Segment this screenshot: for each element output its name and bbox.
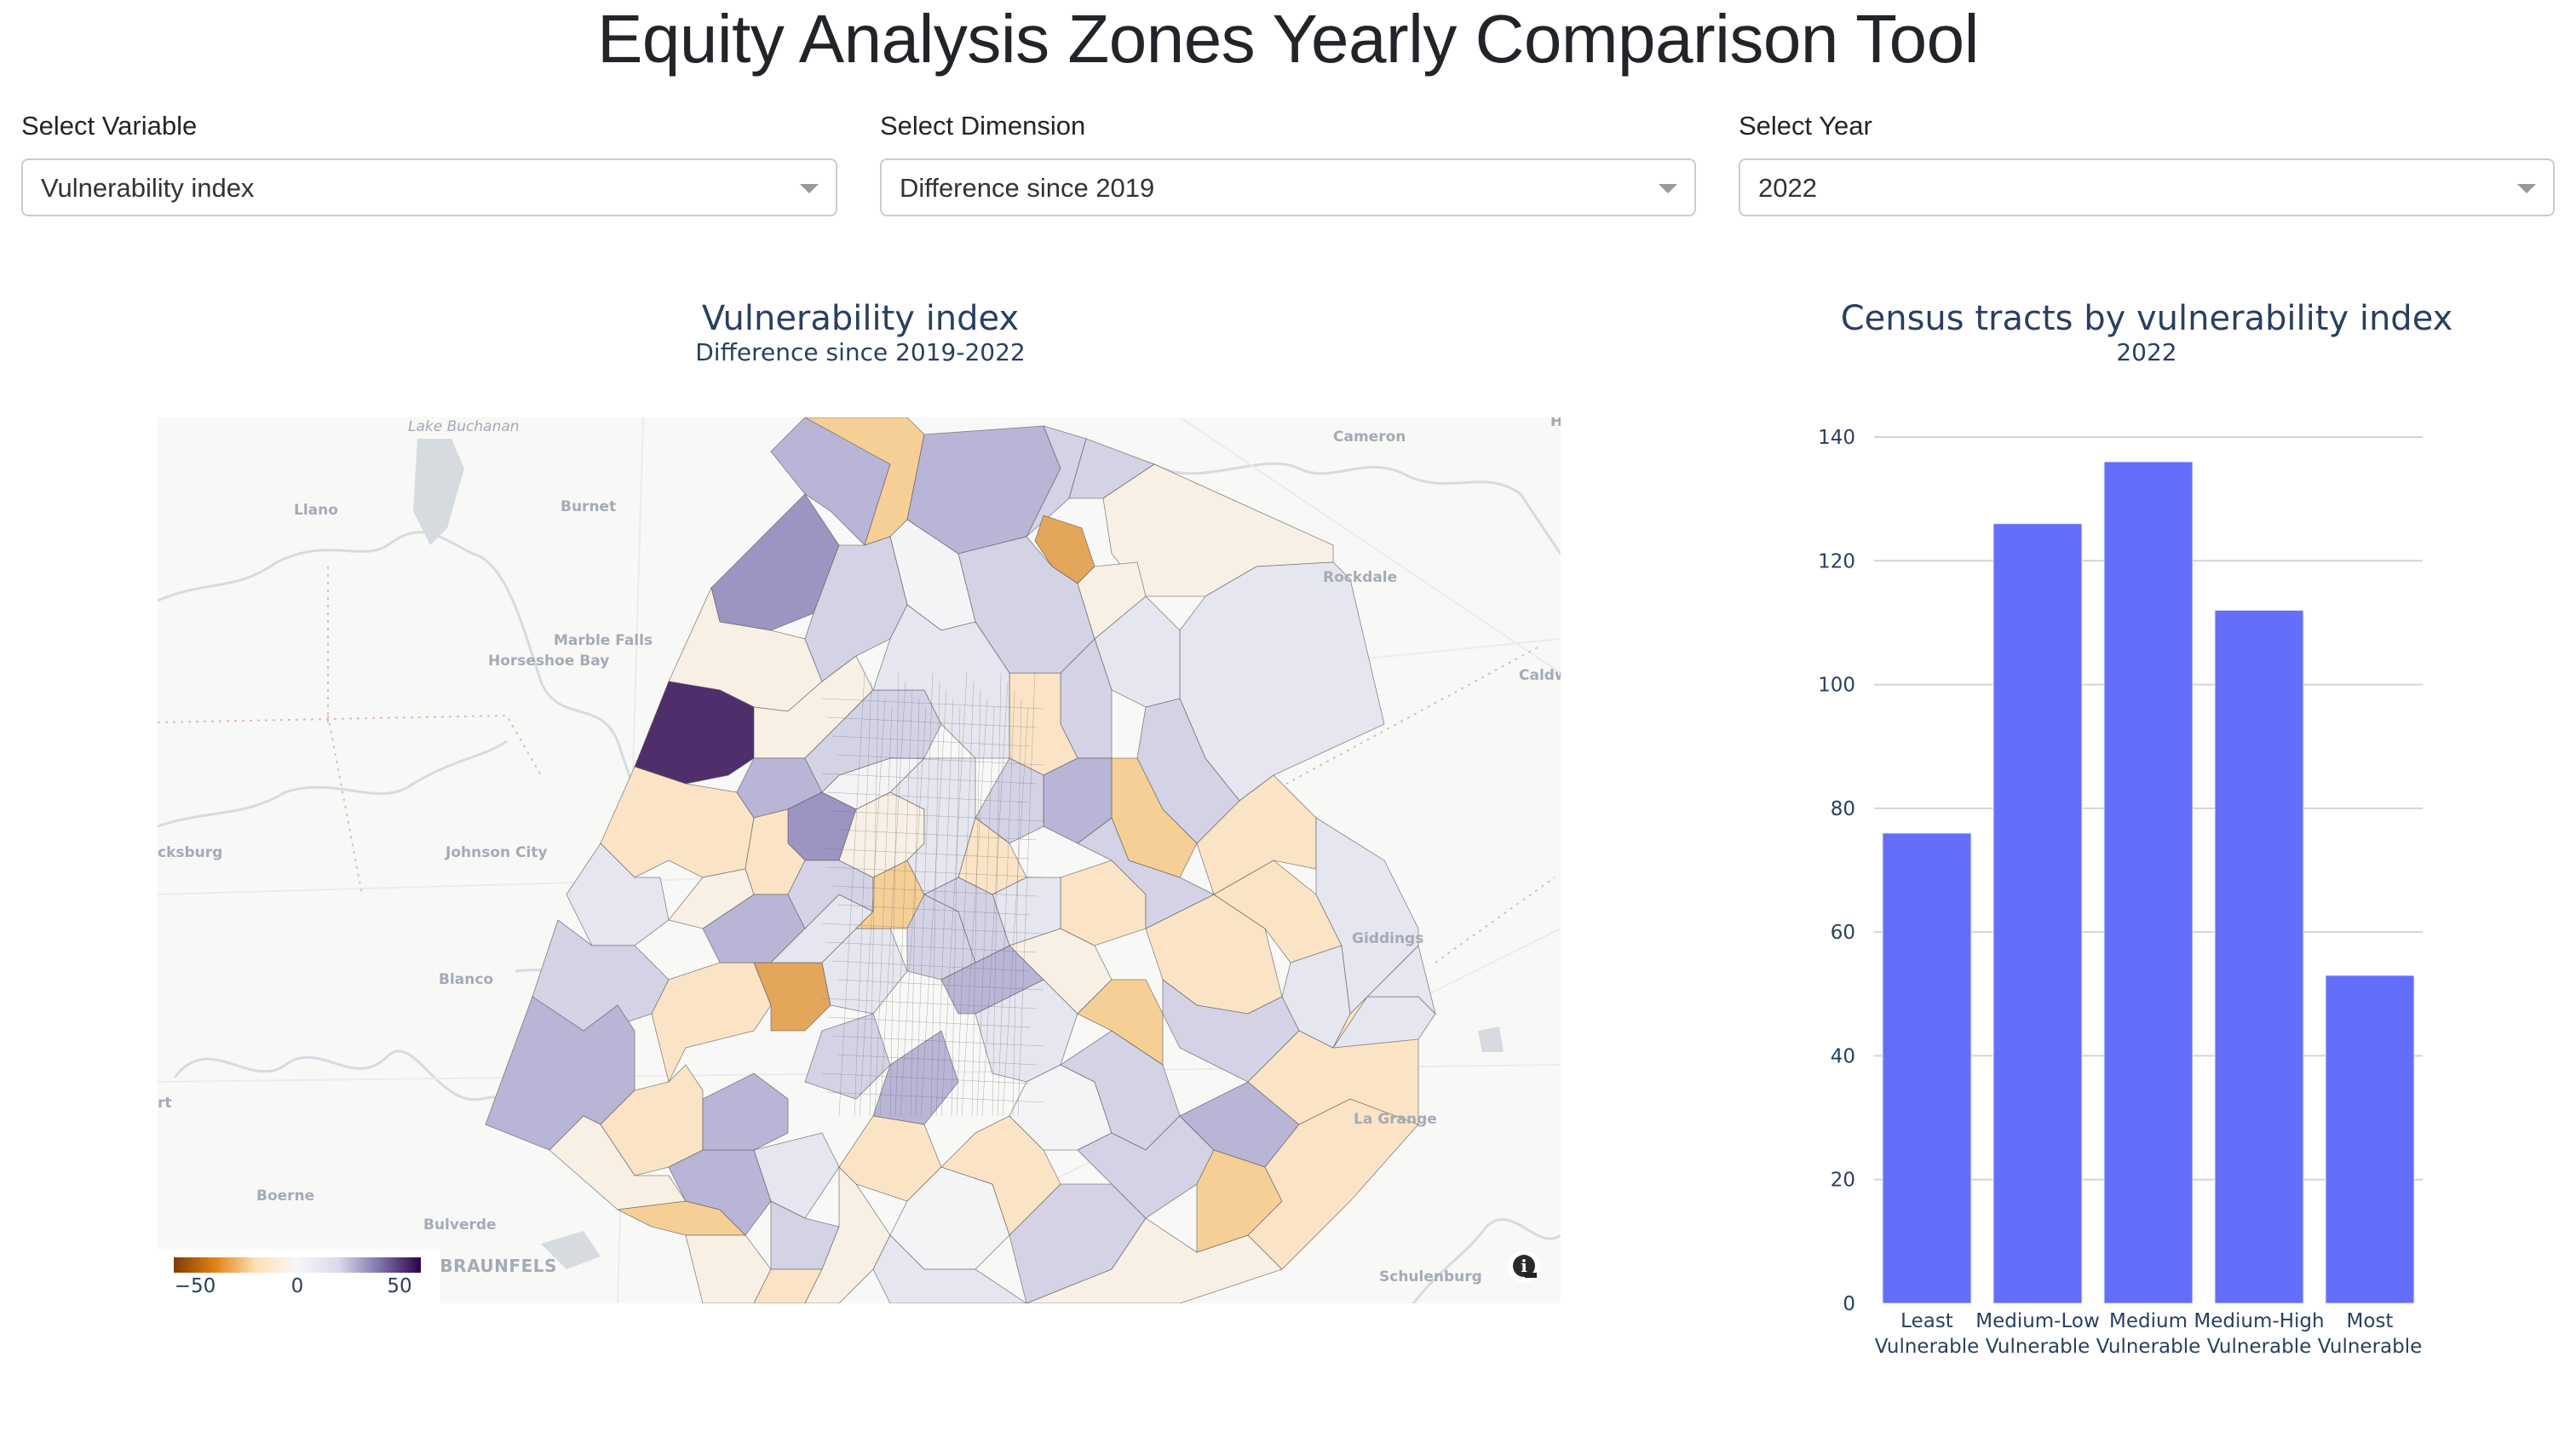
bar-series (1882, 461, 2415, 1304)
y-tick-label: 20 (1831, 1170, 1855, 1192)
place-label: Caldwell (1519, 667, 1561, 684)
x-tick-label: Medium-High (2194, 1310, 2324, 1332)
dimension-select-value: Difference since 2019 (900, 173, 1155, 203)
x-tick-label: Medium (2109, 1310, 2188, 1332)
chevron-down-icon[interactable] (800, 184, 819, 193)
bar-most-vulnerable[interactable] (2325, 975, 2415, 1304)
census-tract[interactable] (702, 1073, 789, 1151)
census-tract[interactable] (600, 766, 755, 878)
y-tick-label: 60 (1831, 922, 1855, 944)
county-boundary (1435, 877, 1555, 963)
map-title: Vulnerability index (701, 299, 1020, 338)
y-tick-label: 100 (1818, 675, 1855, 697)
place-label: rt (158, 1095, 172, 1112)
y-tick-label: 140 (1818, 427, 1855, 449)
variable-select-value: Vulnerability index (41, 173, 255, 203)
place-label: Johnson City (445, 844, 548, 861)
place-label: Burnet (561, 498, 616, 515)
year-select-value: 2022 (1758, 173, 1817, 203)
x-tick-label: Vulnerable (2096, 1336, 2201, 1358)
chevron-down-icon[interactable] (1659, 184, 1677, 193)
year-select[interactable]: 2022 (1739, 158, 2555, 216)
page-title: Equity Analysis Zones Yearly Comparison … (597, 1, 1979, 77)
info-button[interactable]: i (1508, 1251, 1540, 1283)
place-label: Schulenburg (1379, 1268, 1482, 1285)
dimension-control: Select Dimension Difference since 2019 (880, 109, 1698, 216)
county-boundary (327, 715, 363, 895)
place-label: Boerne (256, 1188, 314, 1205)
place-label: Marble Falls (554, 632, 653, 649)
x-tick-label: Most (2347, 1310, 2394, 1332)
year-control: Select Year 2022 (1739, 109, 2556, 216)
y-tick-label: 40 (1831, 1045, 1855, 1067)
place-label: Lake Buchanan (408, 418, 520, 435)
variable-select[interactable]: Vulnerability index (21, 158, 837, 216)
variable-control: Select Variable Vulnerability index (21, 109, 839, 216)
map-subtitle: Difference since 2019-2022 (695, 338, 1026, 366)
colorbar: −50 0 50 (158, 1250, 440, 1303)
choropleth-map[interactable]: Lake Buchanan Llano Burnet Marble Falls Hors… (158, 417, 1561, 1303)
bar-chart-subtitle: 2022 (2116, 338, 2177, 366)
bar-y-axis: 0 20 40 60 80 100 120 140 (1818, 427, 1855, 1315)
x-tick-label: Vulnerable (1875, 1336, 1980, 1358)
bar-chart: 0 20 40 60 80 100 120 140 Least Vulnerable Medium… (1818, 427, 2423, 1358)
bar-medium-high-vulnerable[interactable] (2214, 609, 2304, 1304)
x-tick-label: Vulnerable (1986, 1336, 2090, 1358)
bar-least-vulnerable[interactable] (1882, 832, 1972, 1304)
county-boundary (158, 714, 542, 776)
colorbar-tick: 0 (290, 1275, 304, 1297)
colorbar-tick: 50 (387, 1275, 412, 1297)
place-label: Cameron (1333, 428, 1406, 446)
colorbar-tick: −50 (174, 1275, 216, 1297)
attribution-toggle-icon (1525, 1273, 1537, 1278)
place-label: Horseshoe Bay (488, 653, 609, 670)
road-line (158, 877, 755, 895)
variable-label: Select Variable (21, 111, 198, 141)
place-label: Giddings (1352, 930, 1423, 947)
place-label: cksburg (158, 844, 222, 861)
x-tick-label: Medium-Low (1975, 1310, 2100, 1332)
map-canvas[interactable]: Lake Buchanan Llano Burnet Marble Falls Hors… (158, 417, 1561, 1303)
dimension-select[interactable]: Difference since 2019 (880, 158, 1696, 216)
x-tick-label: Vulnerable (2207, 1336, 2312, 1358)
lake (413, 439, 464, 545)
dimension-label: Select Dimension (880, 111, 1086, 141)
colorbar-gradient (174, 1257, 421, 1273)
bar-medium-low-vulnerable[interactable] (1992, 523, 2083, 1304)
bar-title-block: Census tracts by vulnerability index 202… (1806, 298, 2487, 366)
bar-medium-vulnerable[interactable] (2103, 461, 2194, 1304)
place-label: La Grange (1354, 1111, 1437, 1128)
year-label: Select Year (1739, 111, 1872, 141)
bar-chart-title: Census tracts by vulnerability index (1840, 299, 2453, 338)
place-label: Blanco (439, 971, 493, 988)
x-tick-label: Least (1900, 1310, 1953, 1332)
y-tick-label: 0 (1843, 1293, 1855, 1315)
census-tract[interactable] (651, 962, 772, 1084)
lake (1478, 1027, 1504, 1052)
bar-x-axis: Least Vulnerable Medium-Low Vulnerable Mediu… (1875, 1310, 2423, 1358)
place-label: Rockdale (1323, 569, 1397, 586)
place-label: Bulverde (423, 1216, 497, 1234)
y-tick-label: 120 (1818, 550, 1855, 572)
river-line (158, 739, 508, 828)
chevron-down-icon[interactable] (2517, 184, 2536, 193)
map-title-block: Vulnerability index Difference since 201… (520, 298, 1201, 366)
tract-layer[interactable] (485, 417, 1436, 1303)
place-label: He (1550, 417, 1561, 430)
census-tract[interactable] (685, 1234, 772, 1303)
y-tick-label: 80 (1831, 798, 1855, 820)
x-tick-label: Vulnerable (2318, 1336, 2423, 1358)
place-label: Llano (294, 502, 338, 519)
